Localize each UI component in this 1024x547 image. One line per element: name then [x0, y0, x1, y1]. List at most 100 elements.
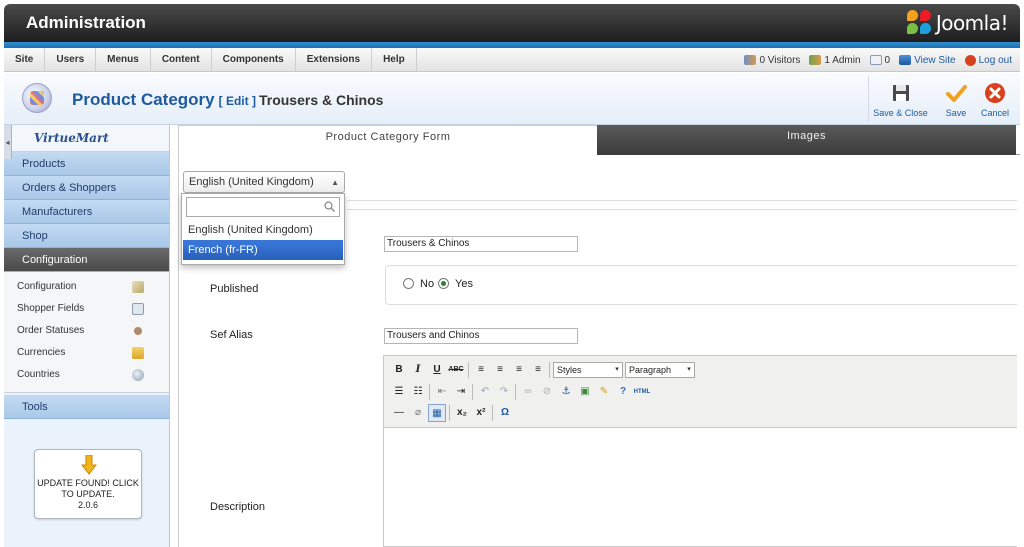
sidebar-section-shop[interactable]: Shop — [4, 224, 169, 248]
bold-button[interactable]: B — [390, 361, 408, 379]
underline-button[interactable]: U — [428, 361, 446, 379]
subscript-button[interactable]: x₂ — [453, 404, 471, 422]
toolbar-separator — [472, 384, 473, 400]
save-button[interactable]: Save — [938, 76, 974, 122]
sef-alias-label: Sef Alias — [210, 329, 253, 341]
language-select[interactable]: English (United Kingdom) ▲ — [183, 171, 345, 193]
remove-format-button[interactable]: ⌀ — [409, 404, 427, 422]
sef-alias-input[interactable]: Trousers and Chinos — [384, 328, 578, 344]
cleanup-icon[interactable]: ✎ — [595, 383, 613, 401]
form-tabs: Product Category Form Images — [179, 125, 1020, 155]
html-source-button[interactable]: HTML — [633, 383, 651, 401]
page-subtitle: Trousers & Chinos — [258, 92, 384, 108]
language-option-english[interactable]: English (United Kingdom) — [183, 220, 343, 240]
chevron-down-icon: ▾ — [615, 366, 619, 373]
admins-status: 1 Admin — [809, 55, 861, 66]
sidebar-section-orders-shoppers[interactable]: Orders & Shoppers — [4, 176, 169, 200]
coins-icon — [132, 347, 144, 359]
published-radio-group: No Yes — [385, 265, 1017, 305]
unlink-button[interactable]: ⊘ — [538, 383, 556, 401]
save-close-button[interactable]: Save & Close — [868, 76, 932, 122]
language-search-input[interactable] — [186, 197, 340, 217]
format-select[interactable]: Paragraph ▾ — [625, 362, 695, 378]
editor-toolbar: B I U ABC ≡ ≡ ≡ ≡ Styles ▾ Paragraph ▾ ☰… — [384, 356, 1017, 428]
horizontal-rule-button[interactable]: — — [390, 404, 408, 422]
update-version: 2.0.6 — [77, 500, 99, 510]
published-no-radio[interactable] — [403, 278, 414, 289]
italic-button[interactable]: I — [409, 361, 427, 379]
menu-extensions[interactable]: Extensions — [296, 48, 373, 71]
published-yes-label: Yes — [455, 278, 473, 290]
description-label: Description — [210, 501, 266, 513]
outdent-button[interactable]: ⇤ — [433, 383, 451, 401]
sidebar: ◂ VirtueMart Products Orders & Shoppers … — [4, 125, 170, 547]
globe-icon — [132, 369, 144, 381]
status-icon — [134, 327, 142, 335]
sidebar-section-configuration[interactable]: Configuration — [4, 248, 169, 272]
sidebar-collapse-handle[interactable]: ◂ — [4, 125, 12, 159]
configuration-submenu: Configuration Shopper Fields Order Statu… — [4, 272, 169, 393]
menu-help[interactable]: Help — [372, 48, 417, 71]
logout-icon — [964, 54, 976, 66]
justify-button[interactable]: ≡ — [529, 361, 547, 379]
form-divider — [347, 209, 1017, 210]
category-name-input[interactable]: Trousers & Chinos — [384, 236, 578, 252]
update-notice-button[interactable]: UPDATE FOUND! CLICK TO UPDATE. 2.0.6 — [34, 449, 142, 519]
published-label: Published — [210, 283, 259, 295]
form-icon — [132, 303, 144, 315]
styles-select[interactable]: Styles ▾ — [553, 362, 623, 378]
menu-content[interactable]: Content — [151, 48, 212, 71]
toolbar-separator — [492, 405, 493, 421]
toolbar-separator — [468, 362, 469, 378]
menu-menus[interactable]: Menus — [96, 48, 151, 71]
special-character-button[interactable]: Ω — [496, 404, 514, 422]
numbered-list-button[interactable]: ☷ — [409, 383, 427, 401]
tab-product-category-form[interactable]: Product Category Form — [179, 125, 597, 155]
superscript-button[interactable]: x² — [472, 404, 490, 422]
redo-button[interactable]: ↷ — [495, 383, 513, 401]
admin-title: Administration — [26, 13, 146, 32]
cancel-button[interactable]: Cancel — [974, 76, 1016, 122]
sidebar-item-countries[interactable]: Countries — [4, 364, 169, 386]
image-icon[interactable]: ▣ — [576, 383, 594, 401]
align-center-button[interactable]: ≡ — [491, 361, 509, 379]
sidebar-item-configuration[interactable]: Configuration — [4, 276, 169, 298]
admin-icon — [809, 55, 822, 65]
sidebar-section-tools[interactable]: Tools — [4, 395, 169, 419]
floppy-disk-icon — [890, 82, 912, 104]
sidebar-item-shopper-fields[interactable]: Shopper Fields — [4, 298, 169, 320]
messages-status[interactable]: 0 — [869, 55, 890, 66]
bullet-list-button[interactable]: ☰ — [390, 383, 408, 401]
language-option-french[interactable]: French (fr-FR) — [183, 240, 343, 260]
virtuemart-logo: VirtueMart — [4, 125, 169, 152]
menu-site[interactable]: Site — [4, 48, 46, 71]
link-button[interactable]: ∞ — [519, 383, 537, 401]
align-right-button[interactable]: ≡ — [510, 361, 528, 379]
published-no-label: No — [420, 278, 435, 290]
indent-button[interactable]: ⇥ — [452, 383, 470, 401]
strikethrough-button[interactable]: ABC — [447, 361, 465, 379]
sidebar-item-order-statuses[interactable]: Order Statuses — [4, 320, 169, 342]
align-left-button[interactable]: ≡ — [472, 361, 490, 379]
envelope-icon — [869, 55, 882, 65]
cancel-icon — [984, 82, 1006, 104]
category-icon — [22, 83, 52, 113]
menu-components[interactable]: Components — [212, 48, 296, 71]
published-yes-radio[interactable] — [438, 278, 449, 289]
logout-link[interactable]: Log out — [964, 54, 1012, 66]
sidebar-section-manufacturers[interactable]: Manufacturers — [4, 200, 169, 224]
visual-aid-button[interactable]: ▦ — [428, 404, 446, 422]
download-arrow-icon — [81, 455, 97, 475]
help-icon[interactable]: ? — [614, 383, 632, 401]
update-notice-text: UPDATE FOUND! CLICK TO UPDATE. — [37, 478, 139, 499]
sidebar-section-products[interactable]: Products — [4, 152, 169, 176]
editor-content-area[interactable] — [384, 428, 1017, 546]
tab-images[interactable]: Images — [597, 125, 1016, 155]
sidebar-item-currencies[interactable]: Currencies — [4, 342, 169, 364]
undo-button[interactable]: ↶ — [476, 383, 494, 401]
joomla-logo-text: Joomla! — [935, 11, 1009, 35]
language-dropdown: English (United Kingdom) French (fr-FR) — [181, 193, 345, 265]
menu-users[interactable]: Users — [45, 48, 97, 71]
view-site-link[interactable]: View Site — [899, 55, 956, 66]
anchor-icon[interactable]: ⚓ — [557, 383, 575, 401]
